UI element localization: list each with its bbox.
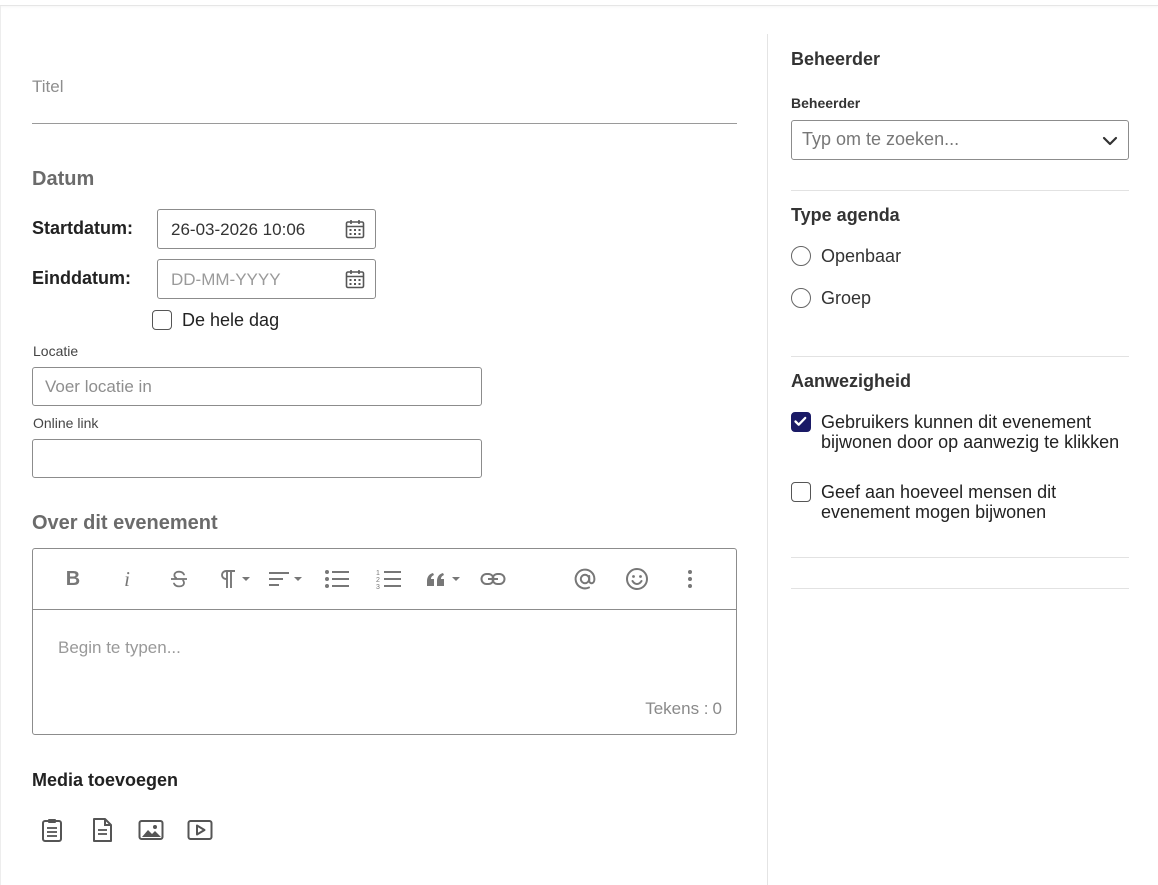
paragraph-icon — [221, 570, 250, 588]
image-icon[interactable] — [138, 817, 164, 843]
about-section-heading: Over dit evenement — [32, 512, 218, 534]
editor-placeholder: Begin te typen... — [58, 638, 181, 657]
more-options-button[interactable] — [680, 566, 700, 592]
title-input[interactable]: Titel — [32, 70, 737, 124]
character-counter: Tekens :0 — [641, 699, 722, 719]
smiley-icon — [626, 568, 648, 590]
rich-text-editor[interactable]: B i 123 Begin te typen... Tekens: 0 — [32, 548, 737, 735]
divider — [791, 356, 1129, 357]
link-button[interactable] — [479, 566, 507, 592]
document-icon[interactable] — [89, 817, 115, 843]
bullet-list-icon — [325, 570, 349, 588]
column-divider — [767, 34, 768, 885]
radio-public-label: Openbaar — [821, 246, 902, 266]
attendance-section-heading: Aanwezigheid — [791, 371, 912, 391]
at-sign-icon — [574, 568, 596, 590]
all-day-checkbox[interactable] — [152, 310, 172, 330]
start-date-input[interactable]: 26-03-2026 10:06 — [157, 209, 376, 249]
strikethrough-icon — [171, 570, 187, 588]
attendance-limit-label: Geef aan hoeveel mensen dit evenement mo… — [821, 482, 1057, 522]
divider — [791, 557, 1129, 558]
attendance-checkbox-limit[interactable] — [791, 482, 811, 502]
quote-button[interactable] — [424, 566, 464, 592]
attendance-rsvp-label: Gebruikers kunnen dit evenement bijwonen… — [821, 412, 1120, 452]
radio-group-label: Groep — [821, 288, 872, 308]
all-day-label: De hele dag — [182, 310, 280, 330]
numbered-list-button[interactable]: 123 — [375, 566, 403, 592]
radio-public[interactable] — [791, 246, 811, 266]
paragraph-format-button[interactable] — [216, 566, 256, 592]
top-bar-edge — [0, 0, 1158, 6]
end-date-input[interactable]: DD-MM-YYYY — [157, 259, 376, 299]
end-date-label: Einddatum: — [32, 268, 131, 288]
clipboard-icon[interactable] — [39, 817, 65, 843]
owner-label: Beheerder — [791, 95, 861, 111]
align-button[interactable] — [266, 566, 306, 592]
svg-text:1: 1 — [376, 570, 380, 577]
location-input[interactable]: Voer locatie in — [32, 367, 482, 406]
quote-icon — [427, 573, 460, 586]
bold-button[interactable]: B — [63, 566, 83, 592]
start-date-label: Startdatum: — [32, 218, 134, 238]
end-date-placeholder: DD-MM-YYYY — [171, 270, 281, 289]
divider — [791, 588, 1129, 589]
start-date-value: 26-03-2026 10:06 — [171, 220, 306, 239]
online-link-input[interactable] — [32, 439, 482, 478]
owner-select[interactable]: Typ om te zoeken... — [791, 120, 1129, 160]
chevron-down-icon — [1102, 136, 1118, 146]
video-icon[interactable] — [187, 817, 213, 843]
media-section-heading: Media toevoegen — [32, 770, 179, 790]
numbered-list-icon: 123 — [376, 570, 401, 590]
location-placeholder: Voer locatie in — [45, 377, 152, 396]
bullet-list-button[interactable] — [323, 566, 351, 592]
title-placeholder: Titel — [32, 77, 64, 96]
svg-text:3: 3 — [376, 584, 380, 590]
align-left-icon — [269, 572, 302, 586]
attendance-checkbox-rsvp[interactable] — [791, 412, 811, 432]
calendar-icon[interactable] — [345, 269, 365, 289]
type-section-heading: Type agenda — [791, 205, 900, 225]
link-icon — [480, 573, 506, 585]
calendar-icon[interactable] — [345, 219, 365, 239]
owner-placeholder: Typ om te zoeken... — [802, 129, 960, 149]
location-label: Locatie — [33, 343, 79, 359]
more-vertical-icon — [688, 570, 692, 588]
italic-button[interactable]: i — [117, 566, 137, 592]
svg-text:2: 2 — [376, 577, 380, 584]
divider — [791, 190, 1129, 191]
radio-group[interactable] — [791, 288, 811, 308]
character-counter-label: Tekens : — [645, 699, 709, 718]
mention-button[interactable] — [572, 566, 598, 592]
emoji-button[interactable] — [624, 566, 650, 592]
character-counter-value: 0 — [712, 699, 722, 718]
owner-section-heading: Beheerder — [791, 49, 881, 69]
strikethrough-button[interactable] — [167, 566, 191, 592]
online-link-label: Online link — [33, 415, 99, 431]
date-section-heading: Datum — [32, 168, 95, 190]
checkmark-icon — [794, 416, 807, 426]
left-edge — [0, 6, 1, 885]
editor-toolbar: B i 123 — [33, 549, 736, 610]
